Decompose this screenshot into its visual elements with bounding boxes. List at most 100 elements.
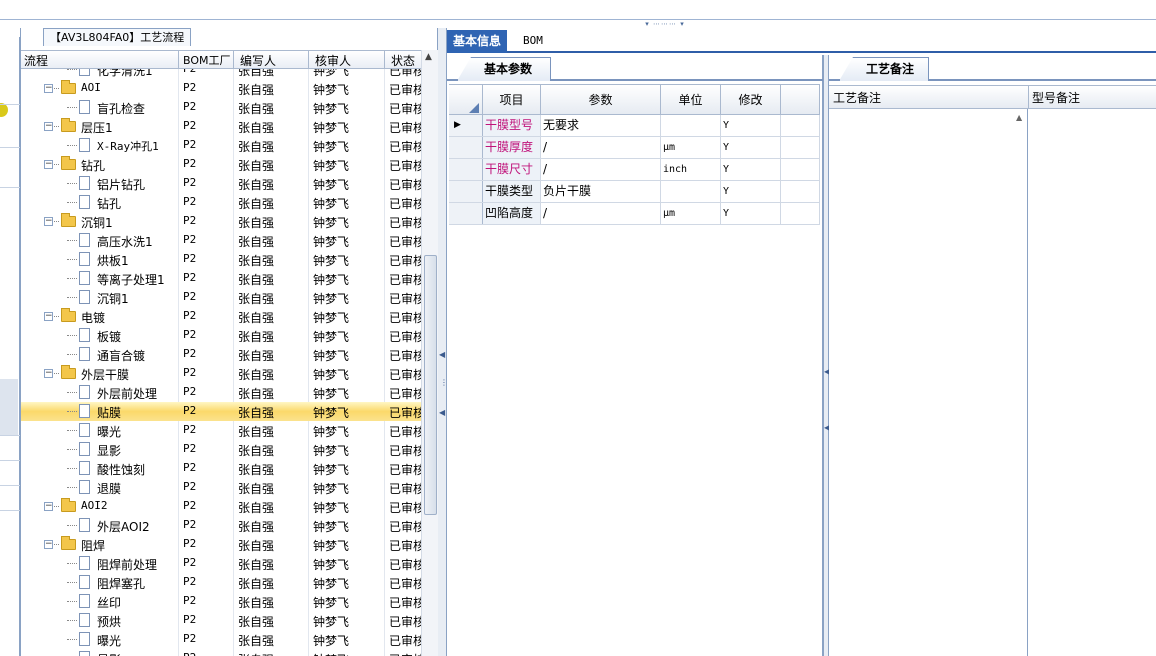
flow-row[interactable]: 显影 P2 张自强 钟梦飞 已审核	[21, 649, 421, 656]
collapse-node-icon[interactable]: −	[44, 502, 53, 511]
writer-cell: 张自强	[238, 292, 275, 306]
flow-row[interactable]: 曝光 P2 张自强 钟梦飞 已审核	[21, 630, 421, 649]
status-cell: 已审核	[389, 349, 421, 363]
status-cell: 已审核	[389, 539, 421, 553]
tab-basic-params[interactable]: 基本参数	[457, 57, 552, 81]
flow-row[interactable]: 通盲合镀 P2 张自强 钟梦飞 已审核	[21, 345, 421, 364]
top-bar	[0, 0, 1156, 20]
flow-row[interactable]: 沉铜1 P2 张自强 钟梦飞 已审核	[21, 288, 421, 307]
column-header-param[interactable]: 参数	[541, 85, 661, 115]
flow-row[interactable]: 丝印 P2 张自强 钟梦飞 已审核	[21, 592, 421, 611]
flow-row[interactable]: 高压水洗1 P2 张自强 钟梦飞 已审核	[21, 231, 421, 250]
collapse-node-icon[interactable]: −	[44, 540, 53, 549]
flow-scrollbar[interactable]: ▲	[421, 50, 438, 656]
column-header-flow[interactable]: 流程	[24, 52, 48, 69]
param-row[interactable]: 干膜类型 负片干膜 Y	[449, 181, 820, 203]
collapse-node-icon[interactable]: −	[44, 84, 53, 93]
collapse-node-icon[interactable]: −	[44, 312, 53, 321]
divider	[0, 510, 20, 511]
flow-row[interactable]: − AOI P2 张自强 钟梦飞 已审核	[21, 79, 421, 98]
scroll-up-icon[interactable]: ▲	[1016, 113, 1022, 122]
flow-row[interactable]: − 电镀 P2 张自强 钟梦飞 已审核	[21, 307, 421, 326]
param-row[interactable]: 干膜尺寸 / inch Y	[449, 159, 820, 181]
column-header-reviewer[interactable]: 核审人	[315, 52, 351, 69]
flow-row[interactable]: − 沉铜1 P2 张自强 钟梦飞 已审核	[21, 212, 421, 231]
flow-step-name: 显影	[97, 444, 122, 458]
flow-step-name: 沉铜1	[81, 216, 113, 230]
writer-cell: 张自强	[238, 482, 275, 496]
param-row[interactable]: ▶ 干膜型号 无要求 Y	[449, 115, 820, 137]
param-item-cell: 干膜类型	[483, 181, 541, 202]
bom-cell: P2	[183, 290, 197, 303]
flow-row[interactable]: 等离子处理1 P2 张自强 钟梦飞 已审核	[21, 269, 421, 288]
flow-row-selected[interactable]: 贴膜 P2 张自强 钟梦飞 已审核	[21, 402, 421, 421]
collapse-grip-icon[interactable]: ▾ ⋯⋯⋯ ▾	[632, 20, 698, 28]
flow-row[interactable]: 铝片钻孔 P2 张自强 钟梦飞 已审核	[21, 174, 421, 193]
flow-row[interactable]: 化学清洗1 P2 张自强 钟梦飞 已审核	[21, 69, 421, 79]
column-header-model-notes[interactable]: 型号备注	[1032, 89, 1080, 106]
writer-cell: 张自强	[238, 539, 275, 553]
flow-row[interactable]: − 层压1 P2 张自强 钟梦飞 已审核	[21, 117, 421, 136]
status-cell: 已审核	[389, 69, 421, 78]
document-icon	[79, 632, 90, 646]
flow-row[interactable]: 外层前处理 P2 张自强 钟梦飞 已审核	[21, 383, 421, 402]
row-header[interactable]	[449, 181, 483, 202]
collapse-node-icon[interactable]: −	[44, 217, 53, 226]
collapse-node-icon[interactable]: −	[44, 122, 53, 131]
flow-row[interactable]: − 外层干膜 P2 张自强 钟梦飞 已审核	[21, 364, 421, 383]
collapse-node-icon[interactable]: −	[44, 369, 53, 378]
tab-process-notes[interactable]: 工艺备注	[839, 57, 930, 81]
status-cell: 已审核	[389, 406, 421, 420]
scroll-up-icon[interactable]: ▲	[425, 52, 432, 62]
process-notes-textarea[interactable]	[829, 109, 1028, 656]
document-icon	[79, 100, 90, 114]
flow-row[interactable]: 曝光 P2 张自强 钟梦飞 已审核	[21, 421, 421, 440]
flow-row[interactable]: − 钻孔 P2 张自强 钟梦飞 已审核	[21, 155, 421, 174]
flow-row[interactable]: 盲孔检查 P2 张自强 钟梦飞 已审核	[21, 98, 421, 117]
scrollbar-thumb[interactable]	[424, 255, 437, 515]
left-strip-selected-item[interactable]	[0, 379, 18, 435]
row-header[interactable]	[449, 137, 483, 158]
column-header-bom[interactable]: BOM工厂	[183, 52, 231, 68]
column-header-blank	[781, 85, 820, 115]
flow-row[interactable]: 钻孔 P2 张自强 钟梦飞 已审核	[21, 193, 421, 212]
document-icon	[79, 575, 90, 589]
status-cell: 已审核	[389, 102, 421, 116]
flow-row[interactable]: 酸性蚀刻 P2 张自强 钟梦飞 已审核	[21, 459, 421, 478]
flow-row[interactable]: 显影 P2 张自强 钟梦飞 已审核	[21, 440, 421, 459]
row-header[interactable]	[449, 159, 483, 180]
flow-row[interactable]: 退膜 P2 张自强 钟梦飞 已审核	[21, 478, 421, 497]
bom-cell: P2	[183, 119, 197, 132]
flow-row[interactable]: 烘板1 P2 张自强 钟梦飞 已审核	[21, 250, 421, 269]
param-unit-cell	[661, 181, 721, 202]
column-header-status[interactable]: 状态	[391, 52, 415, 69]
param-row[interactable]: 干膜厚度 / μm Y	[449, 137, 820, 159]
flow-row[interactable]: − 阻焊 P2 张自强 钟梦飞 已审核	[21, 535, 421, 554]
collapse-node-icon[interactable]: −	[44, 160, 53, 169]
flow-row[interactable]: 阻焊塞孔 P2 张自强 钟梦飞 已审核	[21, 573, 421, 592]
process-flow-tab[interactable]: 【AV3L804FA0】工艺流程	[43, 28, 192, 46]
params-grid-header: 项目 参数 单位 修改	[449, 84, 820, 115]
flow-row[interactable]: 板镀 P2 张自强 钟梦飞 已审核	[21, 326, 421, 345]
param-row[interactable]: 凹陷高度 / μm Y	[449, 203, 820, 225]
writer-cell: 张自强	[238, 425, 275, 439]
column-header-modify[interactable]: 修改	[721, 85, 781, 115]
flow-row[interactable]: − AOI2 P2 张自强 钟梦飞 已审核	[21, 497, 421, 516]
row-header[interactable]: ▶	[449, 115, 483, 136]
tab-basic-info[interactable]: 基本信息	[447, 30, 508, 53]
flow-row[interactable]: 预烘 P2 张自强 钟梦飞 已审核	[21, 611, 421, 630]
flow-row[interactable]: 阻焊前处理 P2 张自强 钟梦飞 已审核	[21, 554, 421, 573]
status-cell: 已审核	[389, 83, 421, 97]
panel-splitter[interactable]: ◀ ⋮ ◀	[438, 28, 448, 656]
column-header-process-notes[interactable]: 工艺备注	[833, 89, 881, 106]
column-header-unit[interactable]: 单位	[661, 85, 721, 115]
writer-cell: 张自强	[238, 596, 275, 610]
column-header-item[interactable]: 项目	[483, 85, 541, 115]
param-unit-cell: inch	[661, 159, 721, 180]
flow-row[interactable]: 外层AOI2 P2 张自强 钟梦飞 已审核	[21, 516, 421, 535]
tab-bom[interactable]: BOM	[517, 30, 549, 53]
flow-step-name: 层压1	[81, 121, 113, 135]
column-header-writer[interactable]: 编写人	[240, 52, 276, 69]
flow-row[interactable]: X-Ray冲孔1 P2 张自强 钟梦飞 已审核	[21, 136, 421, 155]
row-header[interactable]	[449, 203, 483, 224]
